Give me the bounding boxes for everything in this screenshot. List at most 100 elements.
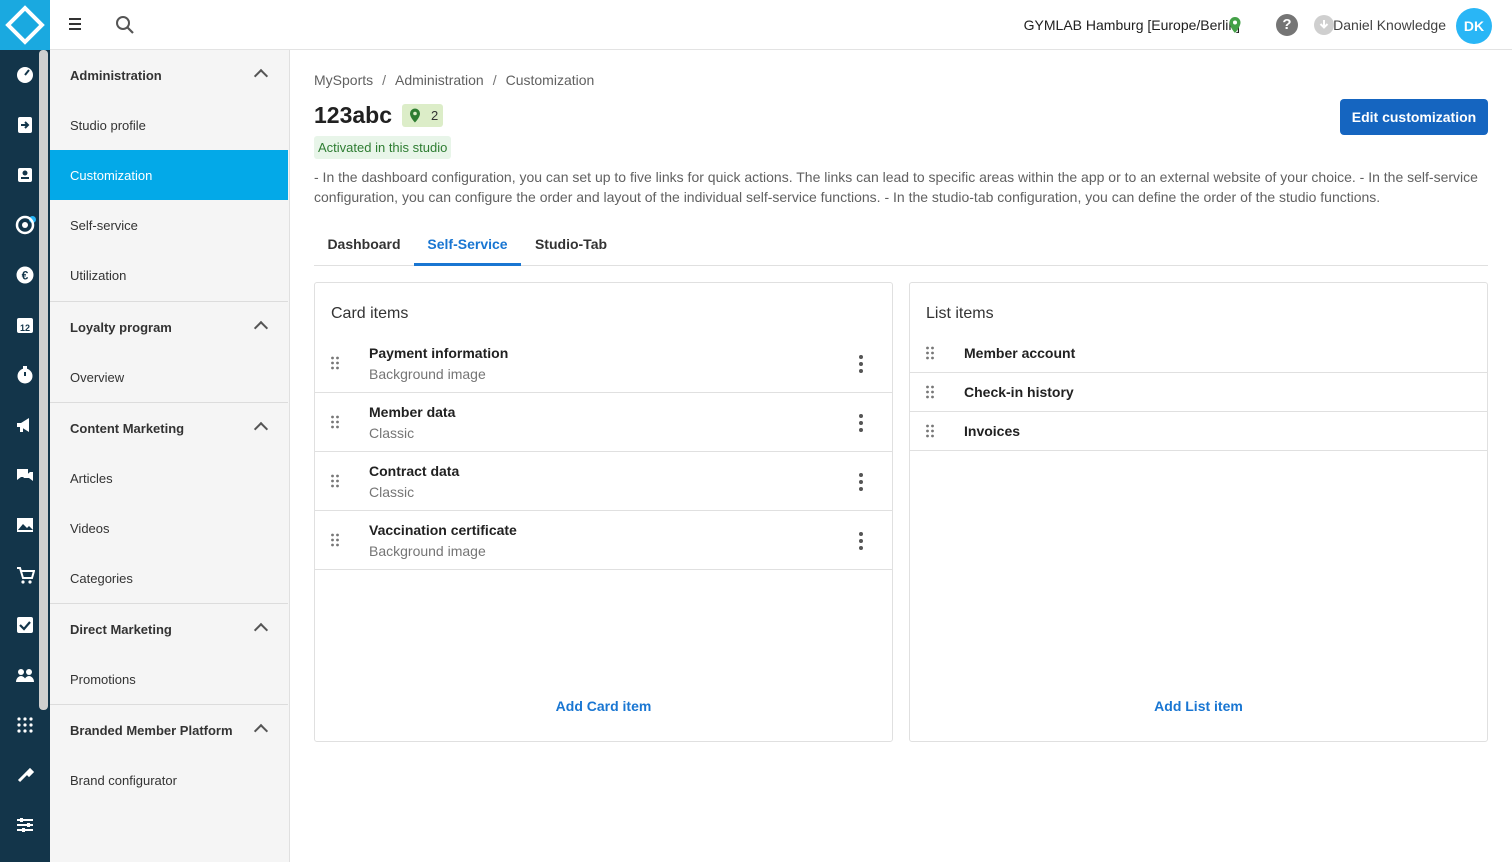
more-vert-icon[interactable] <box>858 354 864 374</box>
studio-selector[interactable]: GYMLAB Hamburg [Europe/Berlin] <box>1024 17 1240 33</box>
tab-dashboard[interactable]: Dashboard <box>314 226 414 266</box>
sidebar-item-self-service[interactable]: Self-service <box>50 200 288 250</box>
card-item-row[interactable]: Contract data Classic <box>315 452 892 511</box>
add-list-item-button[interactable]: Add List item <box>910 698 1487 714</box>
chat-icon[interactable] <box>15 465 35 485</box>
sidebar-item-videos[interactable]: Videos <box>50 503 288 553</box>
breadcrumb-administration[interactable]: Administration <box>395 72 484 88</box>
icon-rail: €12 <box>0 0 50 862</box>
drag-handle-icon[interactable] <box>331 415 339 429</box>
card-item-name: Contract data <box>369 463 460 479</box>
sidebar-item-label: Self-service <box>70 218 138 233</box>
more-vert-icon[interactable] <box>858 413 864 433</box>
finance-icon[interactable]: € <box>15 265 35 285</box>
tab-studio-tab[interactable]: Studio-Tab <box>521 226 621 266</box>
sidebar-section-content-marketing[interactable]: Content Marketing <box>50 403 288 453</box>
user-name[interactable]: Daniel Knowledge <box>1333 17 1446 33</box>
sidebar-item-promotions[interactable]: Promotions <box>50 654 288 704</box>
section-title: Loyalty program <box>70 320 172 335</box>
breadcrumb-mysports[interactable]: MySports <box>314 72 373 88</box>
chevron-up-icon <box>253 68 269 84</box>
list-item-name: Check-in history <box>964 384 1074 400</box>
location-pin-icon <box>1228 16 1242 34</box>
card-item-layout: Background image <box>369 366 486 382</box>
app-logo[interactable] <box>0 0 50 50</box>
sidebar-section-branded-member-platform[interactable]: Branded Member Platform <box>50 705 288 755</box>
card-item-name: Vaccination certificate <box>369 522 517 538</box>
login-icon[interactable] <box>15 115 35 135</box>
more-vert-icon[interactable] <box>858 531 864 551</box>
drag-handle-icon[interactable] <box>331 533 339 547</box>
menu-icon[interactable] <box>69 15 87 35</box>
sidebar-section-direct-marketing[interactable]: Direct Marketing <box>50 604 288 654</box>
gallery-icon[interactable] <box>15 515 35 535</box>
chevron-up-icon <box>253 723 269 739</box>
sidebar-section-loyalty[interactable]: Loyalty program <box>50 302 288 352</box>
sidebar-item-utilization[interactable]: Utilization <box>50 250 288 300</box>
download-icon[interactable] <box>1314 15 1334 35</box>
tasks-icon[interactable] <box>15 615 35 635</box>
card-items-title: Card items <box>331 305 409 322</box>
drag-handle-icon[interactable] <box>926 385 934 399</box>
card-item-name: Payment information <box>369 345 509 361</box>
top-bar: GYMLAB Hamburg [Europe/Berlin] ? Daniel … <box>50 0 1512 50</box>
services-icon[interactable] <box>15 215 35 235</box>
settings-icon[interactable] <box>15 815 35 835</box>
svg-text:12: 12 <box>20 323 30 333</box>
drag-handle-icon[interactable] <box>331 356 339 370</box>
calendar-icon[interactable]: 12 <box>15 315 35 335</box>
list-item-row[interactable]: Invoices <box>910 412 1487 451</box>
page-title: 123abc <box>314 102 393 128</box>
chevron-up-icon <box>253 421 269 437</box>
sidebar-item-label: Categories <box>70 571 133 586</box>
list-item-name: Invoices <box>964 423 1021 439</box>
drag-handle-icon[interactable] <box>331 474 339 488</box>
sidebar-item-customization[interactable]: Customization <box>50 150 288 200</box>
add-card-item-button[interactable]: Add Card item <box>315 698 892 714</box>
page-description: - In the dashboard configuration, you ca… <box>314 169 1478 205</box>
sidebar-item-articles[interactable]: Articles <box>50 453 288 503</box>
card-item-row[interactable]: Vaccination certificate Background image <box>315 511 892 570</box>
groups-icon[interactable] <box>15 665 35 685</box>
members-icon[interactable] <box>15 165 35 185</box>
card-item-row[interactable]: Member data Classic <box>315 393 892 452</box>
network-icon[interactable] <box>15 715 35 735</box>
list-item-row[interactable]: Member account <box>910 334 1487 373</box>
tools-icon[interactable] <box>15 765 35 785</box>
drag-handle-icon[interactable] <box>926 346 934 360</box>
sidebar-item-label: Customization <box>70 168 153 183</box>
shop-icon[interactable] <box>15 565 35 585</box>
sidebar-item-label: Brand configurator <box>70 773 177 788</box>
list-item-row[interactable]: Check-in history <box>910 373 1487 412</box>
sidebar-item-overview[interactable]: Overview <box>50 352 288 402</box>
search-icon[interactable] <box>114 14 136 36</box>
sidebar-item-categories[interactable]: Categories <box>50 553 288 603</box>
drag-handle-icon[interactable] <box>926 424 934 438</box>
chevron-up-icon <box>253 622 269 638</box>
timer-icon[interactable] <box>15 365 35 385</box>
main-content: MySports / Administration / Customization 12… <box>290 50 1512 862</box>
breadcrumb-customization: Customization <box>505 72 595 88</box>
location-pin-icon <box>409 108 421 123</box>
help-icon[interactable]: ? <box>1276 14 1298 36</box>
sidebar-section-administration[interactable]: Administration <box>50 50 288 100</box>
sidebar-item-brand-configurator[interactable]: Brand configurator <box>50 755 288 805</box>
sidebar-scrollbar[interactable] <box>39 50 48 710</box>
studio-count-badge[interactable]: 2 <box>402 104 443 127</box>
more-vert-icon[interactable] <box>858 472 864 492</box>
sidebar-item-studio-profile[interactable]: Studio profile <box>50 100 288 150</box>
edit-customization-button[interactable]: Edit customization <box>1340 99 1488 135</box>
card-items-panel: Card items Payment information Backgroun… <box>314 282 893 742</box>
chevron-up-icon <box>253 320 269 336</box>
sidebar-item-label: Promotions <box>70 672 136 687</box>
svg-text:€: € <box>22 269 29 283</box>
card-item-layout: Classic <box>369 425 415 441</box>
list-item-name: Member account <box>964 345 1076 361</box>
tab-self-service[interactable]: Self-Service <box>414 226 521 266</box>
sidebar-item-label: Utilization <box>70 268 127 283</box>
sidebar-item-label: Overview <box>70 370 125 385</box>
marketing-icon[interactable] <box>15 415 35 435</box>
avatar[interactable]: DK <box>1456 8 1492 44</box>
dashboard-icon[interactable] <box>15 65 35 85</box>
card-item-row[interactable]: Payment information Background image <box>315 334 892 393</box>
